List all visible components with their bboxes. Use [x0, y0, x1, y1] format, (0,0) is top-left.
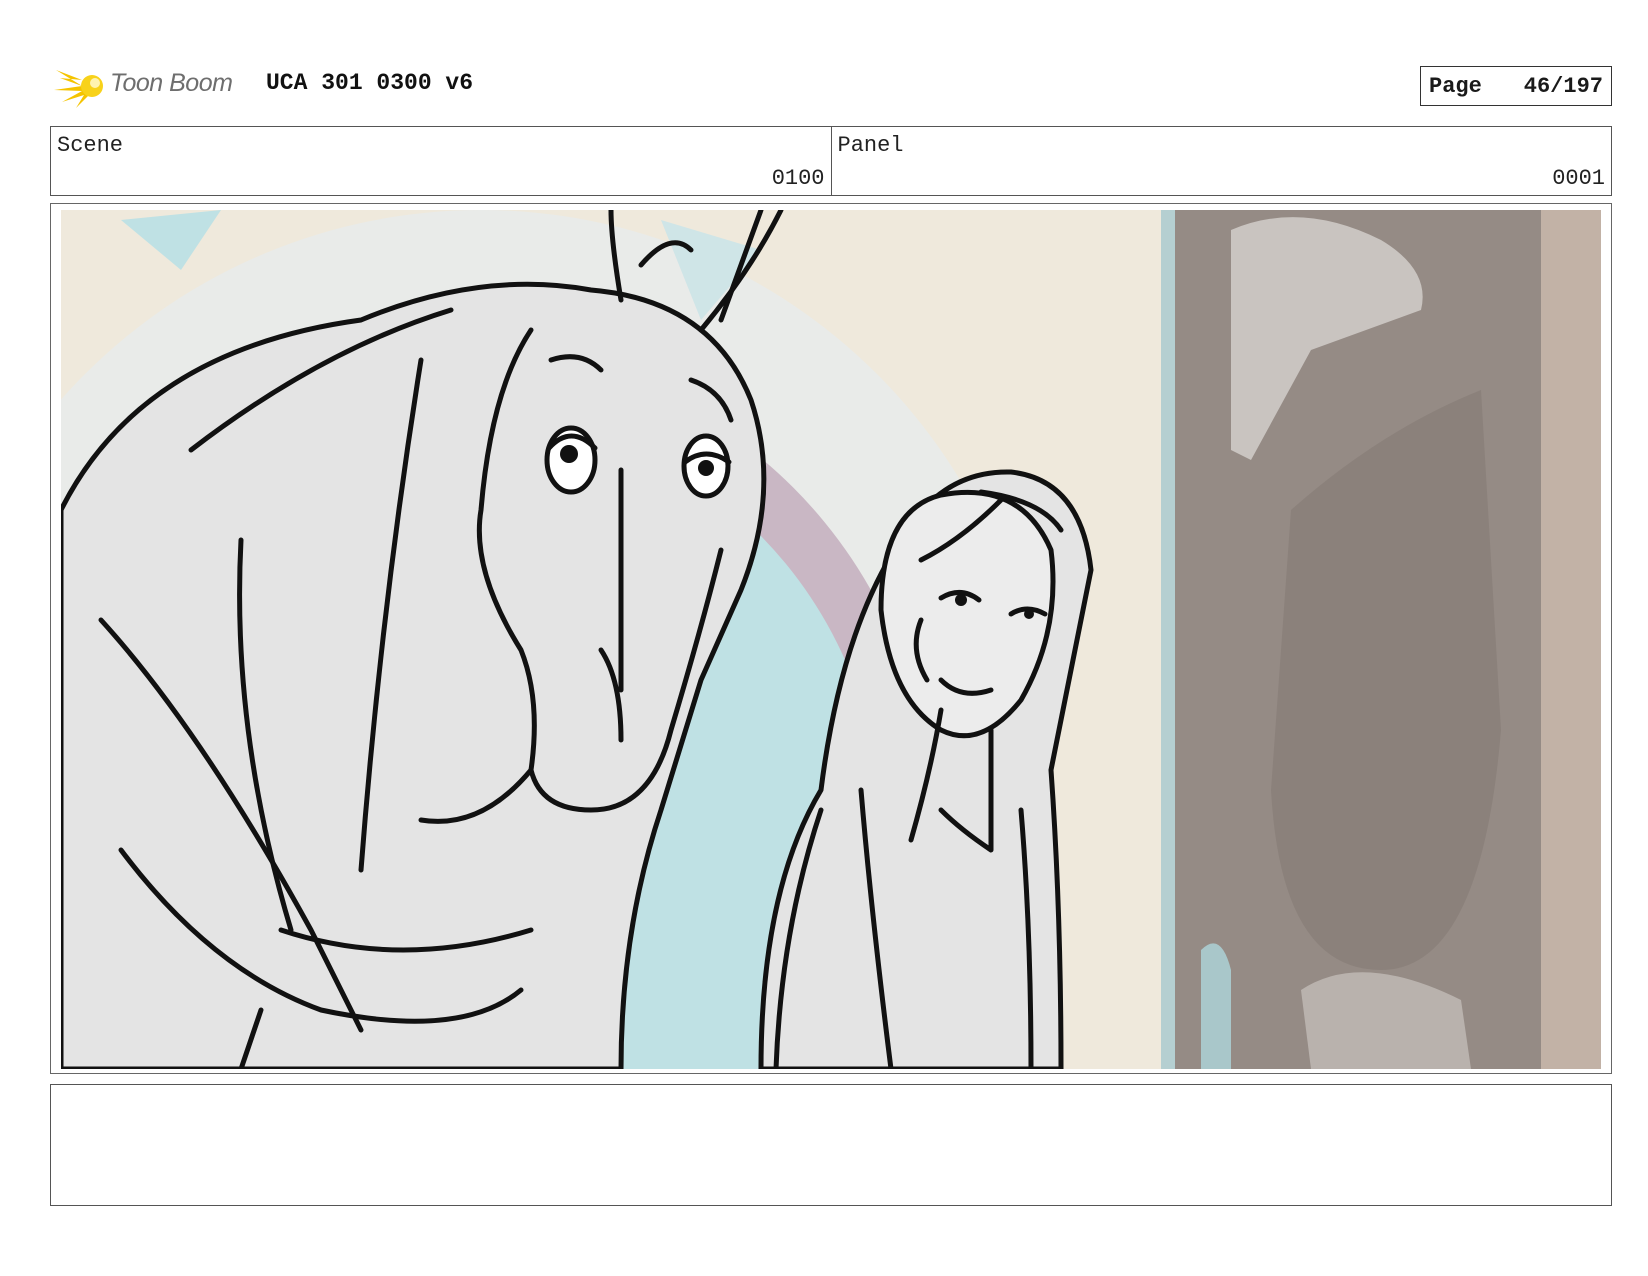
- document-title: UCA 301 0300 v6: [266, 70, 474, 96]
- panel-notes: [50, 1084, 1612, 1206]
- toon-boom-logo: Toon Boom: [52, 60, 252, 112]
- scene-label: Scene: [57, 133, 124, 158]
- panel-number: 0001: [1552, 166, 1605, 191]
- page-number: 46/197: [1523, 73, 1603, 99]
- logo-wordmark: Toon Boom: [110, 69, 233, 97]
- toon-boom-logo-icon: [54, 70, 103, 108]
- storyboard-panel: [50, 203, 1612, 1074]
- storyboard-drawing: [61, 210, 1601, 1069]
- page-indicator: Page 46/197: [1420, 66, 1612, 106]
- panel-label: Panel: [837, 133, 904, 158]
- scene-panel-info: Scene 0100 Panel 0001: [50, 126, 1612, 196]
- ornate-door: [1161, 210, 1601, 1069]
- scene-cell: Scene 0100: [51, 127, 831, 195]
- panel-cell: Panel 0001: [830, 127, 1612, 195]
- scene-number: 0100: [771, 166, 825, 191]
- page-header: Toon Boom UCA 301 0300 v6 Page 46/197: [52, 56, 1612, 116]
- page-label: Page: [1429, 73, 1482, 99]
